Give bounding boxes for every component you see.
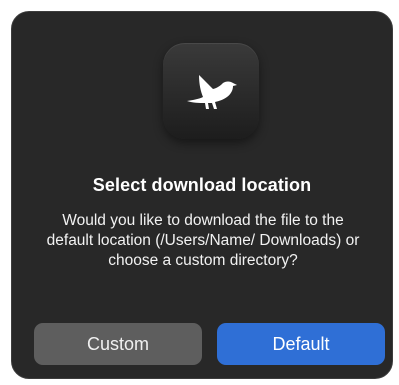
custom-button[interactable]: Custom xyxy=(34,323,202,365)
dialog-message: Would you like to download the file to t… xyxy=(46,212,360,269)
dialog-title: Select download location xyxy=(92,175,312,195)
raven-bird-icon xyxy=(187,75,237,109)
app-icon xyxy=(163,43,259,139)
download-location-dialog: Select download location Would you like … xyxy=(11,11,393,379)
default-button[interactable]: Default xyxy=(217,323,385,365)
